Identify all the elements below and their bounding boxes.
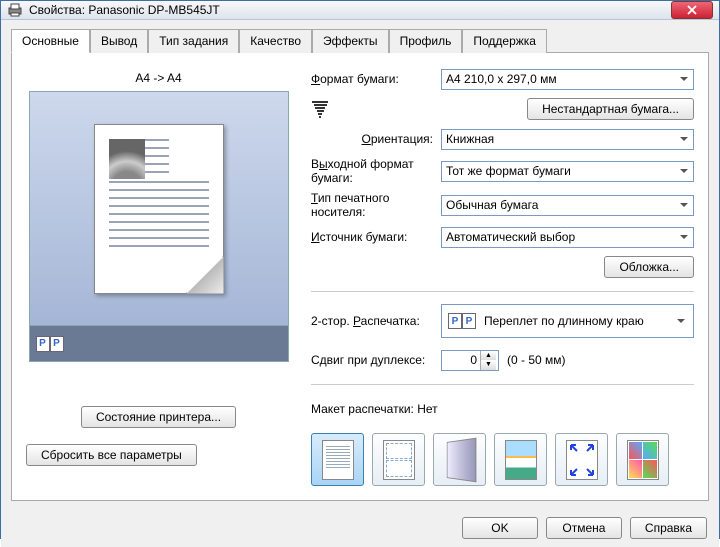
paper-size-label: Формат бумаги: xyxy=(311,72,433,86)
funnel-icon xyxy=(311,101,329,118)
layout-tiles xyxy=(311,433,694,486)
layout-tile-1up[interactable] xyxy=(311,433,364,486)
spin-up-icon[interactable]: ▲ xyxy=(481,351,496,361)
duplex-combo[interactable]: PP Переплет по длинному краю xyxy=(441,304,694,338)
preview-thumbnail-icon xyxy=(109,139,145,179)
tab-effects[interactable]: Эффекты xyxy=(312,29,389,53)
close-button[interactable] xyxy=(671,1,713,19)
layout-tile-fit[interactable] xyxy=(555,433,608,486)
ok-button[interactable]: OK xyxy=(462,517,538,539)
layout-tile-nup[interactable] xyxy=(372,433,425,486)
cancel-button[interactable]: Отмена xyxy=(546,517,622,539)
duplex-icon: PP xyxy=(448,313,476,329)
layout-tile-grid[interactable] xyxy=(616,433,669,486)
custom-paper-button[interactable]: Нестандартная бумага... xyxy=(527,98,694,120)
right-column: Формат бумаги: A4 210,0 x 297,0 мм Неста… xyxy=(311,67,694,486)
main-panel: A4 -> A4 PP Состояние прин xyxy=(11,53,709,501)
orientation-combo[interactable]: Книжная xyxy=(441,129,694,150)
separator-2 xyxy=(311,384,694,385)
tab-jobtype[interactable]: Тип задания xyxy=(148,29,239,53)
separator xyxy=(311,291,694,292)
duplex-booklet-icon: PP xyxy=(36,336,64,352)
paper-size-combo[interactable]: A4 210,0 x 297,0 мм xyxy=(441,69,694,90)
duplex-shift-spinner[interactable]: ▲▼ xyxy=(441,350,499,371)
duplex-shift-input[interactable] xyxy=(442,351,480,370)
tab-support[interactable]: Поддержка xyxy=(462,29,547,53)
page-fold-icon xyxy=(186,256,224,294)
tab-bar: Основные Вывод Тип задания Качество Эффе… xyxy=(11,28,709,53)
orientation-label: Ориентация: xyxy=(311,132,433,146)
duplex-label: 2-стор. Распечатка: xyxy=(311,314,433,328)
paper-preview xyxy=(94,124,224,294)
media-type-label: Тип печатного носителя: xyxy=(311,191,433,219)
duplex-shift-label: Сдвиг при дуплексе: xyxy=(311,353,433,367)
tab-quality[interactable]: Качество xyxy=(239,29,312,53)
spin-down-icon[interactable]: ▼ xyxy=(481,360,496,370)
window-title: Свойства: Panasonic DP-MB545JT xyxy=(29,3,671,17)
reset-all-button[interactable]: Сбросить все параметры xyxy=(26,444,197,466)
layout-tile-poster[interactable] xyxy=(494,433,547,486)
preview-title: A4 -> A4 xyxy=(135,67,181,91)
preview-footer: PP xyxy=(29,326,289,362)
preview-area xyxy=(29,91,289,326)
printer-icon xyxy=(7,2,23,18)
shift-range-label: (0 - 50 мм) xyxy=(507,353,566,367)
paper-source-label: Источник бумаги: xyxy=(311,230,433,244)
close-icon xyxy=(687,5,697,15)
titlebar: Свойства: Panasonic DP-MB545JT xyxy=(1,1,719,20)
media-type-combo[interactable]: Обычная бумага xyxy=(441,195,694,216)
cover-button[interactable]: Обложка... xyxy=(604,256,694,278)
output-size-label: Выходной формат бумаги: xyxy=(311,157,433,185)
tab-main[interactable]: Основные xyxy=(11,29,90,53)
output-size-combo[interactable]: Тот же формат бумаги xyxy=(441,161,694,182)
paper-source-combo[interactable]: Автоматический выбор xyxy=(441,227,694,248)
dialog-body: Основные Вывод Тип задания Качество Эффе… xyxy=(1,20,719,509)
tab-profile[interactable]: Профиль xyxy=(389,29,463,53)
properties-dialog: Свойства: Panasonic DP-MB545JT Основные … xyxy=(0,0,720,539)
left-column: A4 -> A4 PP Состояние прин xyxy=(26,67,291,486)
help-button[interactable]: Справка xyxy=(630,517,707,539)
printer-status-button[interactable]: Состояние принтера... xyxy=(81,406,236,428)
layout-label: Макет распечатки: Нет xyxy=(311,402,438,416)
tab-output[interactable]: Вывод xyxy=(90,29,148,53)
layout-tile-booklet[interactable] xyxy=(433,433,486,486)
dialog-footer: OK Отмена Справка xyxy=(1,509,719,547)
